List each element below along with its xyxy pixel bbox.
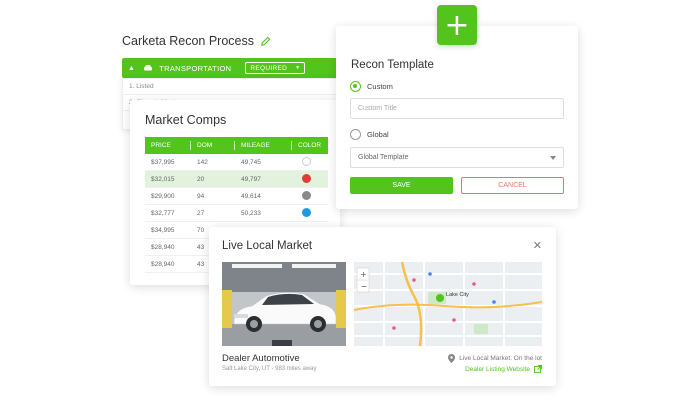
color-cell	[292, 173, 328, 185]
dom-cell: 142	[197, 158, 208, 166]
recon-template-title: Recon Template	[351, 59, 434, 71]
custom-radio-label: Custom	[367, 82, 393, 91]
mileage-cell: 49,745	[241, 158, 261, 166]
price-cell: $32,015	[151, 175, 175, 183]
price-cell: $32,777	[151, 209, 175, 217]
required-label: REQUIRED	[250, 64, 288, 72]
add-button[interactable]: +	[437, 5, 477, 45]
dealer-listing-label: Dealer Listing Website	[465, 365, 530, 373]
dealer-listing-link[interactable]: Dealer Listing Website	[465, 365, 542, 373]
caret-down-icon	[550, 156, 556, 160]
color-swatch	[302, 190, 311, 200]
table-row[interactable]: $29,900 94 49,614	[145, 188, 328, 205]
required-select[interactable]: REQUIRED ▼	[245, 62, 306, 74]
dealer-location-map[interactable]: + − Lake City	[354, 262, 542, 346]
mileage-cell: 49,614	[241, 192, 261, 200]
svg-text:+: +	[360, 270, 367, 279]
live-local-market-panel: Live Local Market ✕ + − Lake City Dealer…	[209, 227, 556, 386]
table-row[interactable]: $32,777 27 50,233	[145, 205, 328, 222]
dealer-location: Salt Lake City, UT - 983 miles away	[222, 366, 317, 372]
svg-text:−: −	[361, 282, 368, 291]
car-icon	[144, 65, 153, 71]
car-image	[222, 262, 346, 346]
column-header-mileage[interactable]: MILEAGE	[235, 141, 292, 150]
price-cell: $34,995	[151, 226, 175, 234]
pencil-icon[interactable]	[260, 36, 271, 47]
table-row[interactable]: $32,015 20 49,797	[145, 171, 328, 188]
vehicle-photo[interactable]	[222, 262, 346, 346]
column-header-price[interactable]: PRICE	[145, 141, 191, 150]
column-header-color[interactable]: COLOR	[292, 141, 328, 150]
recon-process-title-row: Carketa Recon Process	[122, 34, 271, 48]
dealer-name: Dealer Automotive	[222, 353, 300, 364]
color-swatch	[302, 156, 311, 166]
global-template-select[interactable]: Global Template	[350, 147, 564, 168]
global-template-value: Global Template	[358, 154, 409, 161]
map-city-label: Lake City	[446, 292, 469, 298]
list-item[interactable]: 1. Listed	[123, 79, 353, 95]
recon-template-panel: Recon Template Custom Custom Title Globa…	[336, 26, 578, 209]
dom-cell: 94	[197, 192, 205, 200]
column-header-dom[interactable]: DOM	[191, 141, 235, 150]
color-swatch	[302, 207, 311, 217]
custom-title-input[interactable]: Custom Title	[350, 98, 564, 119]
transportation-stage-bar[interactable]: ▲ TRANSPORTATION REQUIRED ▼	[122, 58, 354, 78]
status-text: Live Local Market: On the lot	[459, 355, 542, 362]
color-cell	[292, 207, 328, 219]
cancel-button[interactable]: CANCEL	[461, 177, 564, 194]
mileage-cell: 49,797	[241, 175, 261, 183]
price-cell: $37,995	[151, 158, 175, 166]
price-cell: $29,900	[151, 192, 175, 200]
mileage-cell: 50,233	[241, 209, 261, 217]
location-pin-icon	[448, 354, 456, 363]
recon-process-title: Carketa Recon Process	[122, 34, 255, 48]
market-comps-title: Market Comps	[145, 113, 227, 127]
table-header: PRICE DOM MILEAGE COLOR	[145, 137, 328, 154]
global-radio-label: Global	[367, 130, 389, 139]
color-swatch	[302, 173, 311, 183]
global-radio[interactable]	[350, 129, 361, 140]
chevron-up-icon[interactable]: ▲	[128, 65, 135, 72]
save-button[interactable]: SAVE	[350, 177, 453, 194]
table-row[interactable]: $37,995 142 49,745	[145, 154, 328, 171]
price-cell: $28,940	[151, 260, 175, 268]
chevron-down-icon: ▼	[295, 65, 301, 71]
stage-label: TRANSPORTATION	[159, 63, 232, 73]
dom-cell: 27	[197, 209, 205, 217]
color-cell	[292, 190, 328, 202]
custom-radio[interactable]	[350, 81, 361, 92]
map-image: + −	[354, 262, 542, 346]
plus-icon: +	[444, 7, 470, 43]
dom-cell: 20	[197, 175, 205, 183]
live-local-market-title: Live Local Market	[222, 240, 313, 252]
close-icon[interactable]: ✕	[533, 239, 542, 252]
live-market-status: Live Local Market: On the lot	[448, 354, 542, 363]
external-link-icon	[534, 365, 542, 373]
color-cell	[292, 156, 328, 168]
price-cell: $28,940	[151, 243, 175, 251]
